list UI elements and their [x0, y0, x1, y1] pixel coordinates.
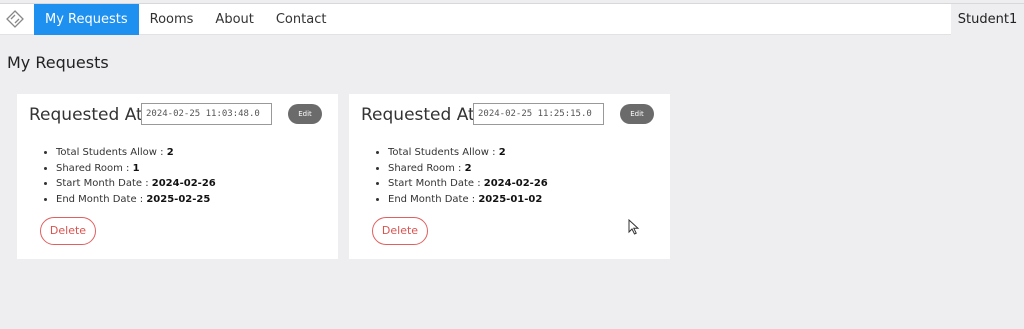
edit-button[interactable]: Edit	[288, 104, 322, 124]
nav-about[interactable]: About	[204, 4, 264, 35]
requested-at-label: Requested At :	[361, 105, 486, 125]
detail-start-date: Start Month Date : 2024-02-26	[388, 176, 548, 192]
detail-shared-room: Shared Room : 2	[388, 161, 548, 177]
mouse-cursor-icon	[628, 219, 640, 235]
edit-button[interactable]: Edit	[620, 104, 654, 124]
detail-end-date: End Month Date : 2025-01-02	[388, 192, 548, 208]
page-title: My Requests	[7, 53, 109, 72]
detail-total-students: Total Students Allow : 2	[388, 145, 548, 161]
request-card: Requested At : 2024-02-25 11:03:48.0 Edi…	[17, 94, 338, 259]
requested-at-field[interactable]: 2024-02-25 11:25:15.0	[473, 103, 604, 125]
nav-my-requests[interactable]: My Requests	[34, 4, 139, 35]
delete-button[interactable]: Delete	[372, 217, 428, 245]
diamond-logo-icon[interactable]	[6, 10, 24, 28]
requested-at-field[interactable]: 2024-02-25 11:03:48.0	[141, 103, 272, 125]
detail-shared-room: Shared Room : 1	[56, 161, 216, 177]
detail-total-students: Total Students Allow : 2	[56, 145, 216, 161]
main-nav: My Requests Rooms About Contact	[34, 4, 337, 35]
nav-contact[interactable]: Contact	[265, 4, 338, 35]
user-menu[interactable]: Student1	[951, 4, 1024, 35]
detail-end-date: End Month Date : 2025-02-25	[56, 192, 216, 208]
request-details-list: Total Students Allow : 2 Shared Room : 2…	[372, 145, 548, 207]
detail-start-date: Start Month Date : 2024-02-26	[56, 176, 216, 192]
delete-button[interactable]: Delete	[40, 217, 96, 245]
nav-rooms[interactable]: Rooms	[139, 4, 205, 35]
request-card: Requested At : 2024-02-25 11:25:15.0 Edi…	[349, 94, 670, 259]
top-navbar: My Requests Rooms About Contact Student1	[0, 3, 1024, 35]
requested-at-label: Requested At :	[29, 105, 154, 125]
request-details-list: Total Students Allow : 2 Shared Room : 1…	[40, 145, 216, 207]
